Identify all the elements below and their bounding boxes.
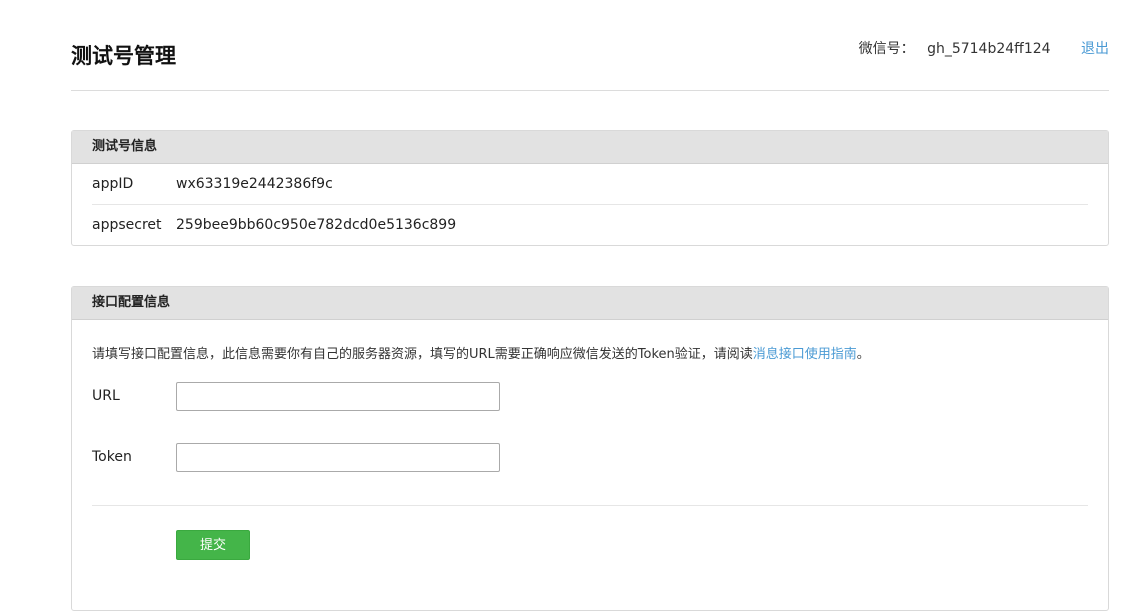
submit-button[interactable]: 提交 (176, 530, 250, 560)
interface-config-panel: 接口配置信息 请填写接口配置信息，此信息需要你有自己的服务器资源，填写的URL需… (71, 286, 1109, 611)
message-guide-link[interactable]: 消息接口使用指南 (753, 347, 857, 362)
config-notice-text: 请填写接口配置信息，此信息需要你有自己的服务器资源，填写的URL需要正确响应微信… (92, 347, 753, 362)
account-value: gh_5714b24ff124 (927, 41, 1051, 57)
appid-label: appID (92, 176, 134, 192)
config-notice-end: 。 (856, 347, 870, 362)
form-divider (92, 505, 1088, 506)
appsecret-value: 259bee9bb60c950e782dcd0e5136c899 (176, 217, 457, 233)
page-title: 测试号管理 (71, 44, 176, 68)
appid-value: wx63319e2442386f9c (176, 176, 333, 192)
token-label: Token (92, 449, 132, 465)
config-notice: 请填写接口配置信息，此信息需要你有自己的服务器资源，填写的URL需要正确响应微信… (92, 343, 870, 362)
account-info: 微信号： gh_5714b24ff124 退出 (859, 38, 1109, 58)
url-input[interactable] (176, 382, 500, 411)
test-account-panel: 测试号信息 appID wx63319e2442386f9c appsecret… (71, 130, 1109, 246)
page-header: 测试号管理 微信号： gh_5714b24ff124 退出 (71, 34, 1109, 91)
url-label: URL (92, 388, 120, 404)
token-input[interactable] (176, 443, 500, 472)
appsecret-label: appsecret (92, 217, 162, 233)
appsecret-row: appsecret 259bee9bb60c950e782dcd0e5136c8… (92, 205, 1088, 245)
logout-link[interactable]: 退出 (1081, 41, 1109, 57)
appid-row: appID wx63319e2442386f9c (92, 164, 1088, 205)
page: 测试号管理 微信号： gh_5714b24ff124 退出 测试号信息 appI… (0, 0, 1142, 611)
interface-config-panel-title: 接口配置信息 (72, 287, 1108, 320)
account-label: 微信号： (858, 41, 915, 57)
test-account-panel-title: 测试号信息 (72, 131, 1108, 164)
